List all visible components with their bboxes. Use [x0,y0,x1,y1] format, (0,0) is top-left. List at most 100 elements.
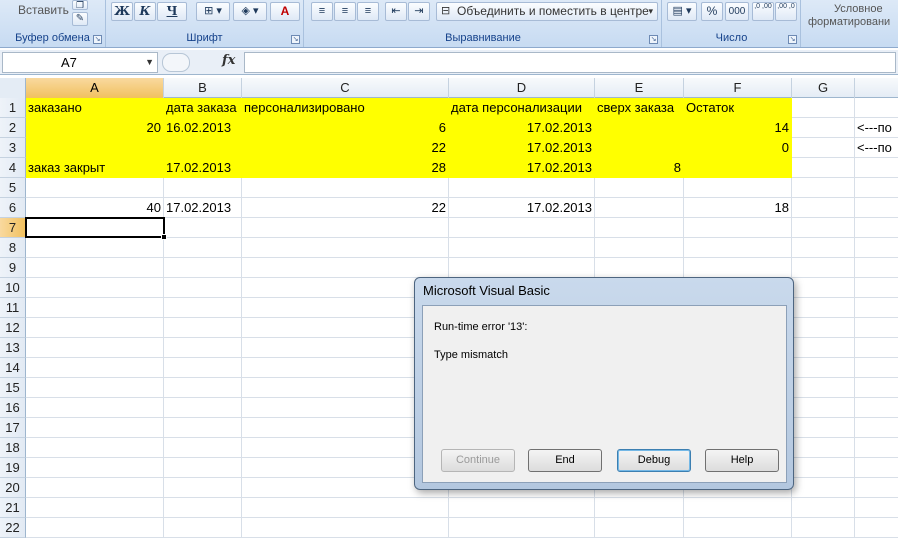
row-header-14[interactable]: 14 [0,358,26,378]
row-header-4[interactable]: 4 [0,158,26,178]
cell-a21[interactable] [26,498,164,518]
cell-a4[interactable]: заказ закрыт [26,158,164,178]
row-header-17[interactable]: 17 [0,418,26,438]
row-header-6[interactable]: 6 [0,198,26,218]
cell-d1[interactable]: дата персонализации [449,98,595,118]
cell-e1[interactable]: сверх заказа [595,98,684,118]
row-header-16[interactable]: 16 [0,398,26,418]
cell-b5[interactable] [164,178,242,198]
cell-d3[interactable]: 17.02.2013 [449,138,595,158]
cell-f7[interactable] [684,218,792,238]
cell-h1[interactable] [855,98,898,118]
select-all-corner[interactable] [0,78,26,98]
cell-h17[interactable] [855,418,898,438]
cell-e6[interactable] [595,198,684,218]
clipboard-launcher-icon[interactable]: ↘ [93,35,102,44]
cell-b15[interactable] [164,378,242,398]
cell-f2[interactable]: 14 [684,118,792,138]
cell-a11[interactable] [26,298,164,318]
cell-a2[interactable]: 20 [26,118,164,138]
row-header-20[interactable]: 20 [0,478,26,498]
cell-a14[interactable] [26,358,164,378]
column-header-d[interactable]: D [449,78,595,98]
help-button[interactable]: Help [705,449,779,472]
cell-a6[interactable]: 40 [26,198,164,218]
copy-icon[interactable]: ❐ [72,0,88,10]
column-header-e[interactable]: E [595,78,684,98]
cell-g9[interactable] [792,258,855,278]
cell-a13[interactable] [26,338,164,358]
cell-a17[interactable] [26,418,164,438]
row-header-1[interactable]: 1 [0,98,26,118]
cell-f6[interactable]: 18 [684,198,792,218]
active-cell-indicator[interactable] [25,217,165,238]
column-header-b[interactable]: B [164,78,242,98]
decrease-decimal-button[interactable]: ,00 ,0 [775,2,797,21]
cell-e21[interactable] [595,498,684,518]
cell-g17[interactable] [792,418,855,438]
cell-c7[interactable] [242,218,449,238]
cell-h21[interactable] [855,498,898,518]
cell-g10[interactable] [792,278,855,298]
cell-h16[interactable] [855,398,898,418]
cell-h3[interactable]: <---по [855,138,898,158]
column-header-a[interactable]: A [26,78,164,98]
cell-h14[interactable] [855,358,898,378]
row-header-2[interactable]: 2 [0,118,26,138]
row-header-15[interactable]: 15 [0,378,26,398]
cell-b12[interactable] [164,318,242,338]
cell-c8[interactable] [242,238,449,258]
cell-a18[interactable] [26,438,164,458]
cell-a8[interactable] [26,238,164,258]
cell-d22[interactable] [449,518,595,538]
cell-a3[interactable] [26,138,164,158]
cell-h13[interactable] [855,338,898,358]
row-header-7[interactable]: 7 [0,218,26,238]
cell-a20[interactable] [26,478,164,498]
thousands-button[interactable]: 000 [725,2,749,21]
decrease-indent-icon[interactable]: ⇤ [385,2,407,21]
cell-b4[interactable]: 17.02.2013 [164,158,242,178]
cell-g7[interactable] [792,218,855,238]
cell-d2[interactable]: 17.02.2013 [449,118,595,138]
cell-g3[interactable] [792,138,855,158]
cell-d7[interactable] [449,218,595,238]
cell-g18[interactable] [792,438,855,458]
cell-b14[interactable] [164,358,242,378]
cell-f21[interactable] [684,498,792,518]
cell-b19[interactable] [164,458,242,478]
cell-h5[interactable] [855,178,898,198]
cell-h2[interactable]: <---по [855,118,898,138]
merge-center-button[interactable]: Объединить и поместить в центре ⊟ ▾ [436,2,658,21]
cell-e7[interactable] [595,218,684,238]
cell-c6[interactable]: 22 [242,198,449,218]
percent-button[interactable]: % [701,2,723,21]
number-launcher-icon[interactable]: ↘ [788,35,797,44]
row-header-5[interactable]: 5 [0,178,26,198]
cell-h15[interactable] [855,378,898,398]
cell-b10[interactable] [164,278,242,298]
cell-g1[interactable] [792,98,855,118]
cell-d5[interactable] [449,178,595,198]
cell-h18[interactable] [855,438,898,458]
cell-c2[interactable]: 6 [242,118,449,138]
cell-a5[interactable] [26,178,164,198]
increase-indent-icon[interactable]: ⇥ [408,2,430,21]
cell-c5[interactable] [242,178,449,198]
cell-d9[interactable] [449,258,595,278]
cell-g19[interactable] [792,458,855,478]
cell-a9[interactable] [26,258,164,278]
cell-h11[interactable] [855,298,898,318]
cell-b3[interactable] [164,138,242,158]
cell-e8[interactable] [595,238,684,258]
row-header-8[interactable]: 8 [0,238,26,258]
continue-button[interactable]: Continue [441,449,515,472]
cell-e2[interactable] [595,118,684,138]
currency-format-icon[interactable]: ▤ ▾ [667,2,697,21]
row-header-18[interactable]: 18 [0,438,26,458]
fill-color-icon[interactable]: ◈ ▾ [233,2,267,21]
row-header-3[interactable]: 3 [0,138,26,158]
cell-f8[interactable] [684,238,792,258]
row-header-9[interactable]: 9 [0,258,26,278]
cell-c3[interactable]: 22 [242,138,449,158]
